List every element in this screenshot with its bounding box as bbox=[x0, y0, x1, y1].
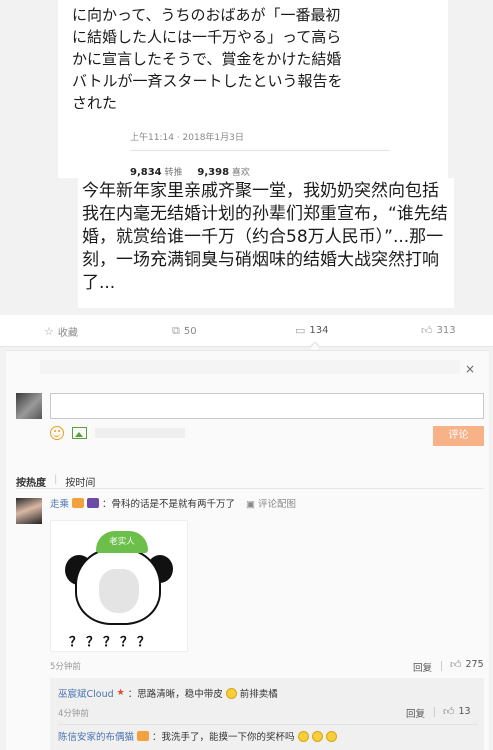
smiley-emoji-icon bbox=[325, 730, 337, 742]
sort-separator: | bbox=[54, 474, 58, 485]
member-badge-icon bbox=[72, 498, 85, 508]
like-count: 313 bbox=[436, 325, 456, 336]
reply-like-count: 13 bbox=[458, 706, 471, 717]
reply-username[interactable]: 陈信安家的布偶猫 bbox=[58, 729, 134, 743]
comment-icon: ▭ bbox=[295, 324, 306, 337]
comment-button[interactable]: ▭ 134 bbox=[295, 324, 329, 337]
comment-username[interactable]: 走乘 bbox=[50, 496, 69, 510]
thumbs-up-icon: 👍︎ bbox=[443, 705, 455, 718]
blurred-header bbox=[40, 360, 460, 374]
retweet-count: 9,834 bbox=[130, 167, 162, 178]
meme-hat-label: 老实人 bbox=[96, 531, 148, 553]
blurred-toolbar-text bbox=[95, 428, 185, 438]
tweet-like-label: 喜欢 bbox=[231, 168, 250, 178]
comment-input[interactable] bbox=[50, 393, 484, 419]
image-icon[interactable] bbox=[72, 427, 87, 439]
smiley-emoji-icon bbox=[297, 730, 309, 742]
sort-by-time-tab[interactable]: 按时间 bbox=[65, 474, 95, 489]
reply-line: 巫宸斌Cloud ★ ：思路清晰，稳中带皮 前排卖橘 bbox=[58, 686, 278, 700]
comment-action-divider bbox=[441, 661, 442, 671]
thumbs-up-icon: 👍︎ bbox=[450, 658, 462, 671]
tweet-text: に向かって、うちのおばあが「一番最初 に結婚した人には一千万やる」って高ら かに… bbox=[72, 6, 343, 112]
comment-sort-tabs: 按热度 | 按时间 bbox=[16, 474, 95, 489]
sort-divider bbox=[16, 488, 484, 489]
reply-action-divider bbox=[434, 707, 435, 717]
post-action-bar: ☆ 收藏 ⧉ 50 ▭ 134 👍︎ 313 bbox=[0, 315, 493, 353]
comment-reply-button[interactable]: 回复 bbox=[413, 660, 432, 674]
current-user-avatar bbox=[16, 393, 42, 419]
repost-count: 50 bbox=[183, 325, 197, 337]
tweet-divider bbox=[130, 150, 390, 151]
vip-star-icon: ★ bbox=[116, 688, 125, 698]
reply-text: ：思路清晰，稳中带皮 bbox=[127, 689, 223, 700]
repost-icon: ⧉ bbox=[172, 324, 180, 337]
comment-picture-link[interactable]: ▣ 评论配图 bbox=[246, 496, 296, 510]
reply-username[interactable]: 巫宸斌Cloud bbox=[58, 686, 114, 700]
tweet-timestamp: 上午11:14 · 2018年1月3日 bbox=[130, 133, 244, 143]
comment-line: 走乘 ：骨科的话是不是就有两千万了 ▣ 评论配图 bbox=[50, 496, 296, 510]
tweet-stats: 9,834 转推 9,398 喜欢 bbox=[130, 165, 262, 178]
submit-comment-button[interactable]: 评论 bbox=[433, 426, 484, 446]
tweet-like-count: 9,398 bbox=[197, 167, 230, 178]
comment-count: 134 bbox=[309, 325, 329, 336]
reply-divider bbox=[58, 724, 478, 725]
reply-time: 4分钟前 bbox=[58, 709, 89, 719]
comment-text: ：骨科的话是不是就有两千万了 bbox=[102, 499, 236, 510]
reply-line: 陈信安家的布偶猫 ：我洗手了，能摸一下你的奖杯吗 bbox=[58, 729, 337, 743]
comment-meme-image[interactable]: 老实人 ？？？？？ bbox=[50, 520, 188, 652]
thumbs-up-icon: 👍︎ bbox=[421, 324, 433, 337]
emoji-icon bbox=[225, 687, 237, 699]
repost-button[interactable]: ⧉ 50 bbox=[172, 324, 197, 338]
reply-reply-button[interactable]: 回复 bbox=[406, 706, 425, 720]
emoji-icon[interactable] bbox=[50, 426, 64, 440]
meme-face bbox=[99, 569, 139, 613]
post-caption: 今年新年家里亲戚齐聚一堂，我奶奶突然向包括我在内毫无结婚计划的孙辈们郑重宣布，“… bbox=[82, 181, 448, 293]
favorite-button[interactable]: ☆ 收藏 bbox=[44, 324, 78, 339]
comment-picture-label: 评论配图 bbox=[258, 499, 297, 510]
comment-like-count: 275 bbox=[465, 659, 484, 670]
favorite-label: 收藏 bbox=[57, 328, 78, 339]
like-button[interactable]: 👍︎ 313 bbox=[421, 324, 456, 337]
comment-like-button[interactable]: 👍︎ 275 bbox=[450, 658, 484, 671]
smiley-emoji-icon bbox=[311, 730, 323, 742]
reply-like-button[interactable]: 👍︎ 13 bbox=[443, 705, 471, 718]
retweet-label: 转推 bbox=[164, 168, 183, 178]
star-icon: ☆ bbox=[44, 325, 54, 338]
comment-time: 5分钟前 bbox=[50, 662, 81, 672]
reply-text-extra: 前排卖橘 bbox=[239, 689, 278, 700]
level-badge-icon bbox=[87, 498, 100, 508]
reply-text: ：我洗手了，能摸一下你的奖杯吗 bbox=[152, 732, 295, 743]
close-icon[interactable]: × bbox=[465, 362, 475, 376]
sort-by-heat-tab[interactable]: 按热度 bbox=[16, 474, 46, 489]
commenter-avatar[interactable] bbox=[16, 498, 42, 524]
meme-caption: ？？？？？ bbox=[69, 635, 155, 650]
member-badge-icon bbox=[137, 731, 150, 741]
